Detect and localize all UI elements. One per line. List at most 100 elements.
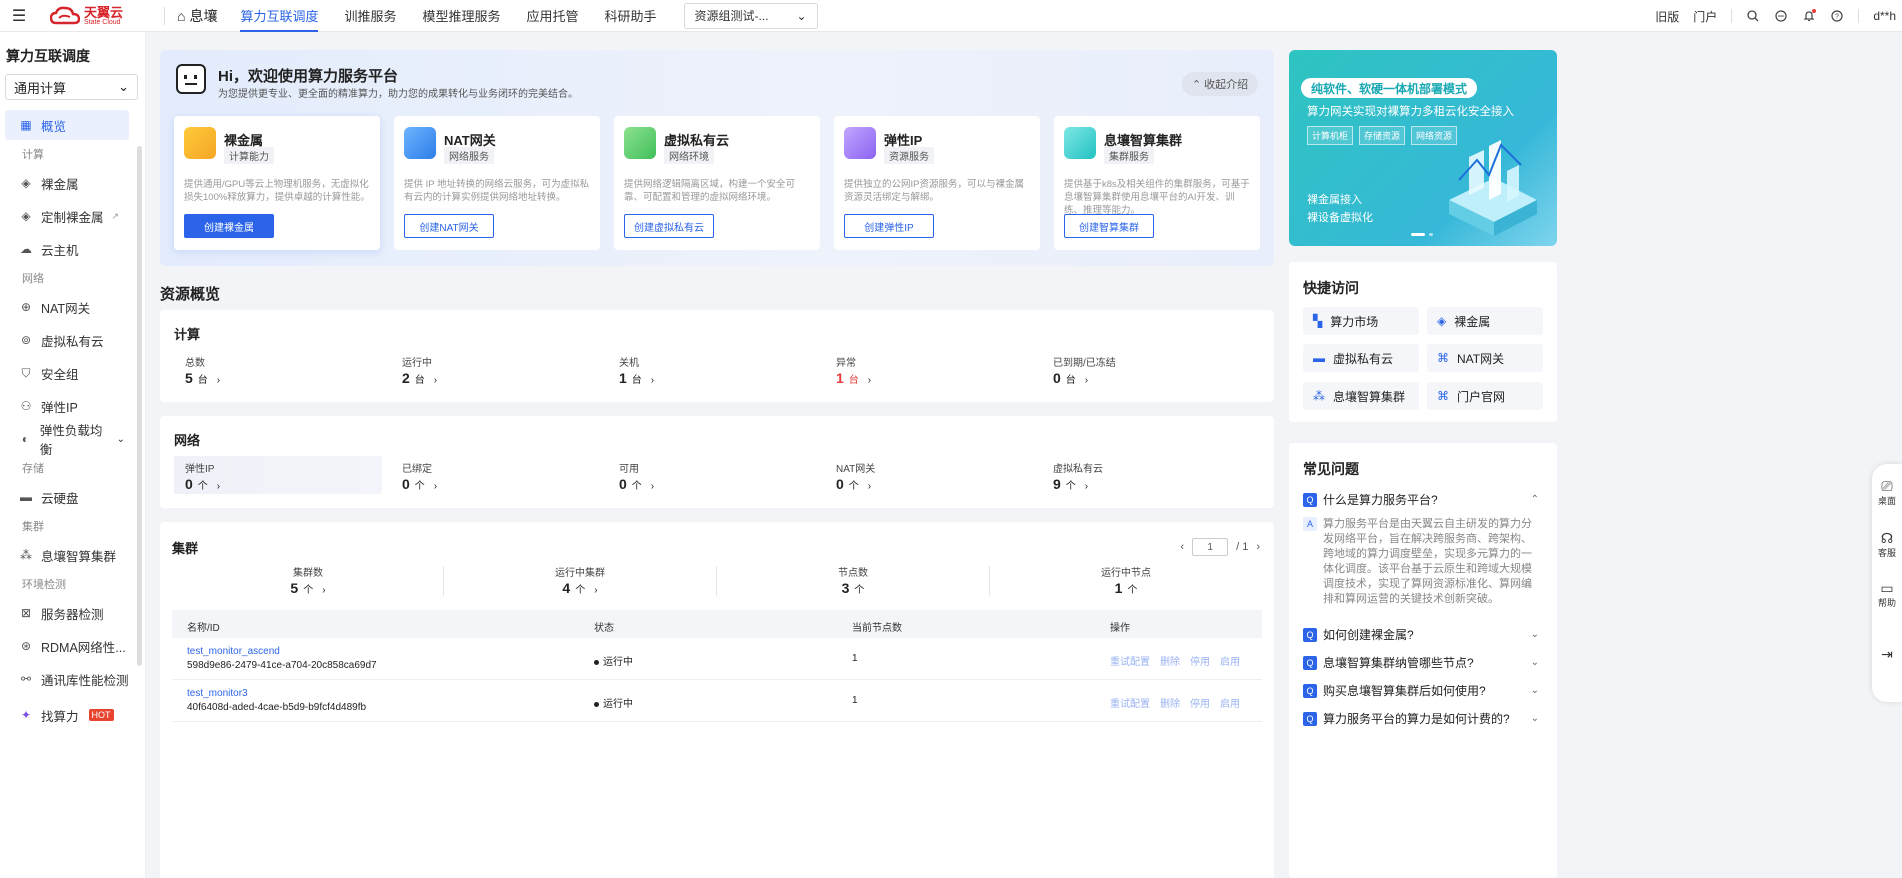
- message-icon[interactable]: [1774, 9, 1788, 23]
- disable-button[interactable]: 停用: [1190, 699, 1210, 710]
- bell-icon[interactable]: [1802, 9, 1817, 23]
- chevron-right-icon: ›: [322, 585, 326, 596]
- faq-item[interactable]: Q 息壤智算集群纳管哪些节点? ⌄: [1303, 654, 1539, 671]
- network-title: 网络: [174, 433, 201, 448]
- sidebar-item-rdma-check[interactable]: ⊛ RDMA网络性...: [5, 631, 129, 661]
- faq-item[interactable]: Q 什么是算力服务平台? ⌃: [1303, 491, 1539, 508]
- product-card-ai-cluster[interactable]: 息壤智算集群 集群服务 提供基于k8s及相关组件的集群服务，可基于息壤智算集群使…: [1054, 116, 1260, 250]
- welcome-title: Hi，欢迎使用算力服务平台: [218, 68, 399, 85]
- product-card-eip[interactable]: 弹性IP 资源服务 提供独立的公网IP资源服务，可以与裸金属资源灵活绑定与解绑。…: [834, 116, 1040, 250]
- quick-market[interactable]: ▚ 算力市场: [1303, 307, 1419, 335]
- quick-ai-cluster[interactable]: ⁂ 息壤智算集群: [1303, 382, 1419, 410]
- create-ai-cluster-button[interactable]: 创建智算集群: [1064, 214, 1154, 238]
- stat-network-eip[interactable]: 弹性IP 0 个 ›: [185, 460, 385, 492]
- stat-network-available[interactable]: 可用 0 个 ›: [619, 460, 819, 492]
- quick-vpc[interactable]: ▬ 虚拟私有云: [1303, 344, 1419, 372]
- collapse-intro-button[interactable]: ⌃ 收起介绍: [1182, 72, 1258, 96]
- promo-banner[interactable]: 纯软件、软硬一体机部署模式 算力网关实现对裸算力多租云化安全接入 计算机柜 存储…: [1289, 50, 1557, 246]
- float-help[interactable]: ▭ 帮助: [1872, 580, 1902, 609]
- faq-item[interactable]: Q 算力服务平台的算力是如何计费的? ⌄: [1303, 710, 1539, 727]
- stat-compute-abnormal[interactable]: 异常 1 台 ›: [836, 354, 1036, 386]
- sidebar-item-overview[interactable]: ▦ 概览: [5, 110, 129, 140]
- create-nat-button[interactable]: 创建NAT网关: [404, 214, 494, 238]
- help-icon[interactable]: ?: [1830, 9, 1844, 23]
- sidebar-item-disk[interactable]: ▬ 云硬盘: [5, 482, 129, 512]
- chevron-right-icon: ›: [1084, 375, 1089, 386]
- chevron-right-icon[interactable]: ›: [1256, 541, 1260, 553]
- sidebar-item-bare-metal[interactable]: ◈ 裸金属: [5, 168, 129, 198]
- sidebar-item-find-power[interactable]: ✦ 找算力 HOT: [5, 700, 129, 730]
- nav-training[interactable]: 训推服务: [331, 0, 409, 32]
- stat-network-bound[interactable]: 已绑定 0 个 ›: [402, 460, 602, 492]
- delete-button[interactable]: 删除: [1160, 657, 1180, 668]
- sidebar-item-nat[interactable]: ⊕ NAT网关: [5, 292, 129, 322]
- retry-config-button[interactable]: 重试配置: [1110, 699, 1150, 710]
- sidebar-item-ai-cluster[interactable]: ⁂ 息壤智算集群: [5, 540, 129, 570]
- retry-config-button[interactable]: 重试配置: [1110, 657, 1150, 668]
- stat-compute-off[interactable]: 关机 1 台 ›: [619, 354, 819, 386]
- chevron-left-icon[interactable]: ‹: [1180, 541, 1184, 553]
- sidebar-item-security-group[interactable]: ⛉ 安全组: [5, 358, 129, 388]
- quick-portal[interactable]: ⌘ 门户官网: [1427, 382, 1543, 410]
- nav-research-assistant[interactable]: 科研助手: [592, 0, 670, 32]
- banner-title: 纯软件、软硬一体机部署模式: [1301, 78, 1478, 98]
- create-vpc-button[interactable]: 创建虚拟私有云: [624, 214, 714, 238]
- float-service[interactable]: ☊ 客服: [1872, 530, 1902, 559]
- logo[interactable]: 天翼云 State Cloud: [50, 6, 150, 26]
- old-version-link[interactable]: 旧版: [1655, 8, 1679, 25]
- sidebar-item-eip[interactable]: ⚇ 弹性IP: [5, 391, 129, 421]
- product-card-bare-metal[interactable]: 裸金属 计算能力 提供通用/GPU等云上物理机服务，无虚拟化损失100%释放算力…: [174, 116, 380, 250]
- stat-compute-running[interactable]: 运行中 2 台 ›: [402, 354, 602, 386]
- create-eip-button[interactable]: 创建弹性IP: [844, 214, 934, 238]
- user-name[interactable]: d**h: [1873, 9, 1896, 23]
- enable-button[interactable]: 启用: [1220, 657, 1240, 668]
- product-card-vpc[interactable]: 虚拟私有云 网络环境 提供网络逻辑隔离区域，构建一个安全可靠、可配置和管理的虚拟…: [614, 116, 820, 250]
- nav-app-hosting[interactable]: 应用托管: [514, 0, 592, 32]
- stat-cluster-running[interactable]: 运行中集群 4 个 ›: [520, 564, 640, 596]
- compute-type-select[interactable]: 通用计算 ⌄: [5, 74, 138, 100]
- stat-network-nat[interactable]: NAT网关 0 个 ›: [836, 460, 1036, 492]
- sidebar-item-server-check[interactable]: ⊠ 服务器检测: [5, 598, 129, 628]
- sidebar-item-custom-bare-metal[interactable]: ◈ 定制裸金属 ↗: [5, 201, 129, 231]
- sidebar-group-network: 网络: [22, 273, 44, 285]
- faq-item[interactable]: Q 如何创建裸金属? ⌄: [1303, 626, 1539, 643]
- sidebar-item-elb[interactable]: ◐ 弹性负载均衡 ⌄: [5, 424, 129, 457]
- cluster-name-link[interactable]: test_monitor3: [187, 688, 248, 699]
- cloud-icon: [404, 127, 436, 159]
- nav-home[interactable]: ⌂ 息壤: [177, 6, 217, 26]
- welcome-subtitle: 为您提供更专业、更全面的精准算力，助力您的成果转化与业务闭环的完美结合。: [218, 89, 578, 100]
- page-input[interactable]: 1: [1192, 538, 1229, 556]
- portal-link[interactable]: 门户: [1693, 8, 1717, 25]
- quick-bare-metal[interactable]: ◈ 裸金属: [1427, 307, 1543, 335]
- stat-node-count[interactable]: 节点数 3个: [793, 564, 913, 596]
- status-badge: 运行中: [594, 653, 633, 668]
- faq-item[interactable]: Q 购买息壤智算集群后如何使用? ⌄: [1303, 682, 1539, 699]
- delete-button[interactable]: 删除: [1160, 699, 1180, 710]
- sidebar-scrollbar[interactable]: [137, 146, 142, 666]
- portal-icon: ⌘: [1437, 389, 1449, 403]
- resource-group-select[interactable]: 资源组测试-... ⌄: [683, 2, 818, 29]
- overview-title: 资源概览: [160, 286, 221, 303]
- disable-button[interactable]: 停用: [1190, 657, 1210, 668]
- menu-icon[interactable]: ☰: [0, 6, 38, 26]
- sidebar-item-cloud-host[interactable]: ☁ 云主机: [5, 234, 129, 264]
- stat-cluster-count[interactable]: 集群数 5 个 ›: [248, 564, 368, 596]
- create-bare-metal-button[interactable]: 创建裸金属: [184, 214, 274, 238]
- nav-compute-scheduling[interactable]: 算力互联调度: [227, 0, 331, 32]
- sidebar-item-vpc[interactable]: ⊚ 虚拟私有云: [5, 325, 129, 355]
- float-collapse[interactable]: ⇥: [1872, 646, 1902, 662]
- external-link-icon: ↗: [111, 210, 120, 221]
- enable-button[interactable]: 启用: [1220, 699, 1240, 710]
- stat-network-vpc[interactable]: 虚拟私有云 9 个 ›: [1053, 460, 1253, 492]
- stat-node-running[interactable]: 运行中节点 1个: [1066, 564, 1186, 596]
- product-card-nat[interactable]: NAT网关 网络服务 提供 IP 地址转换的网络云服务，可为虚拟私有云内的计算实…: [394, 116, 600, 250]
- search-icon[interactable]: [1746, 9, 1760, 23]
- float-desktop[interactable]: ⎚ 桌面: [1872, 478, 1902, 507]
- quick-nat[interactable]: ⌘ NAT网关: [1427, 344, 1543, 372]
- stat-compute-total[interactable]: 总数 5 台 ›: [185, 354, 385, 386]
- stat-compute-expired[interactable]: 已到期/已冻结 0 台 ›: [1053, 354, 1253, 386]
- nav-model-inference[interactable]: 模型推理服务: [410, 0, 514, 32]
- sparkle-icon: ✦: [20, 708, 32, 722]
- sidebar-item-comm-check[interactable]: ⚯ 通讯库性能检测: [5, 664, 129, 694]
- cluster-name-link[interactable]: test_monitor_ascend: [187, 646, 280, 657]
